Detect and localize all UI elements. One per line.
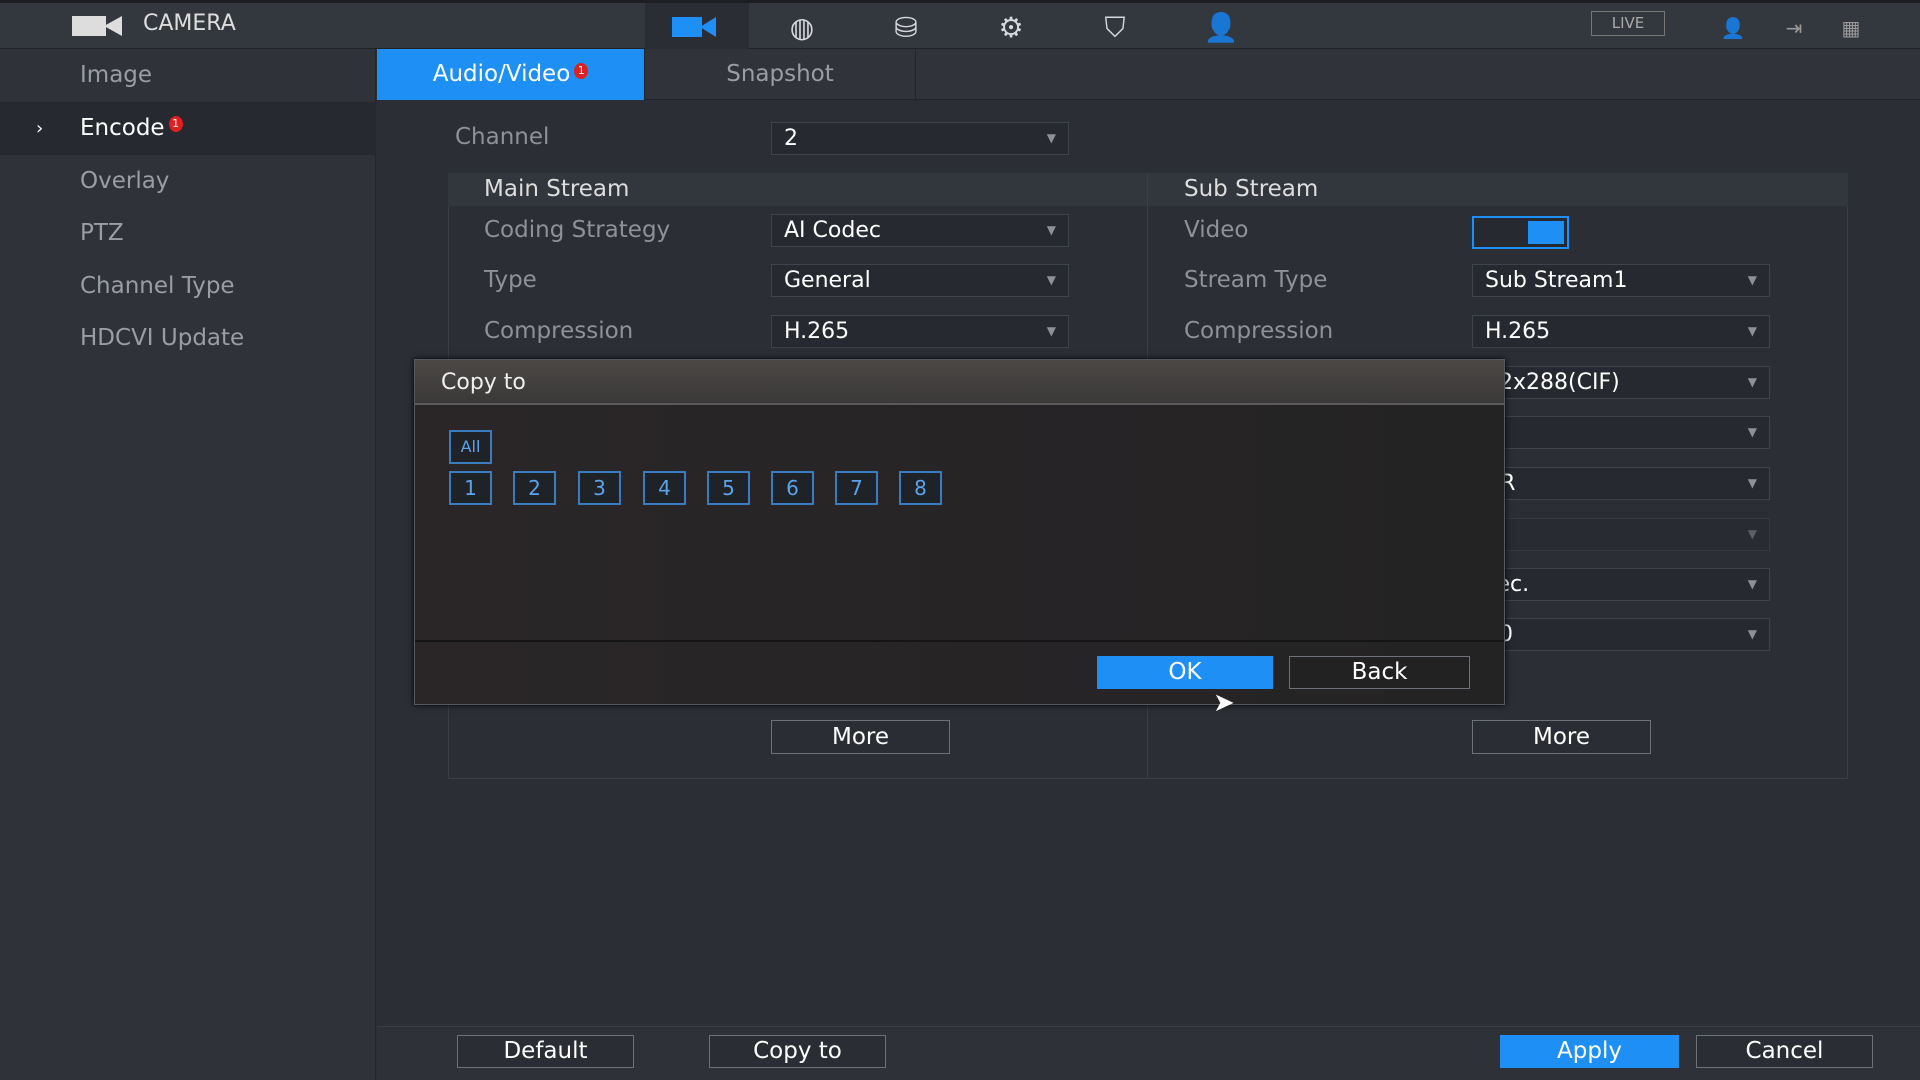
sidebar-item-overlay[interactable]: Overlay	[0, 155, 376, 208]
i-frame-interval-select[interactable]: sec. ▼	[1472, 568, 1770, 601]
sub-compression-label: Compression	[1184, 318, 1334, 344]
chevron-down-icon: ▼	[1046, 223, 1056, 237]
sub-stream-title: Sub Stream	[1184, 176, 1319, 202]
compression-select[interactable]: H.265 ▼	[771, 315, 1069, 348]
sidebar-item-label: Channel Type	[80, 273, 235, 299]
camera-icon	[672, 17, 702, 37]
chevron-right-icon: ›	[36, 118, 44, 139]
video-toggle[interactable]	[1472, 216, 1569, 249]
logout-icon[interactable]: ⇥	[1769, 11, 1819, 45]
sidebar-item-ptz[interactable]: PTZ	[0, 207, 376, 260]
sub-compression-select[interactable]: H.265 ▼	[1472, 315, 1770, 348]
storage-icon[interactable]: ⛁	[881, 11, 931, 45]
sub-more-button[interactable]: More	[1472, 720, 1651, 754]
security-icon[interactable]: ⛉	[1090, 11, 1140, 45]
ok-button[interactable]: OK	[1097, 656, 1273, 689]
chevron-down-icon: ▼	[1046, 273, 1056, 287]
compression-label: Compression	[484, 318, 634, 344]
select-all-checkbox[interactable]: All	[449, 430, 492, 464]
chevron-down-icon: ▼	[1046, 324, 1056, 338]
nav-camera[interactable]	[645, 3, 749, 49]
channel-select[interactable]: 2 ▼	[771, 122, 1069, 155]
channel-checkbox-5[interactable]: 5	[707, 471, 750, 505]
camera-icon	[72, 16, 106, 36]
stream-type-label: Stream Type	[1184, 267, 1328, 293]
tab-audio-video[interactable]: Audio/Video 1	[377, 49, 645, 100]
apply-button[interactable]: Apply	[1500, 1035, 1679, 1068]
type-label: Type	[484, 267, 537, 293]
sidebar-item-label: Encode	[80, 115, 165, 141]
type-select[interactable]: General ▼	[771, 264, 1069, 297]
sidebar-item-label: PTZ	[80, 220, 124, 246]
live-button[interactable]: LIVE	[1591, 11, 1665, 36]
app-title: CAMERA	[143, 11, 236, 36]
bit-rate-select[interactable]: 50▼	[1472, 618, 1770, 651]
main-stream-title: Main Stream	[484, 176, 630, 202]
back-button[interactable]: Back	[1289, 656, 1470, 689]
tab-snapshot[interactable]: Snapshot	[645, 49, 916, 100]
dialog-divider	[415, 640, 1504, 642]
dialog-title: Copy to	[415, 360, 1504, 405]
resolution-select[interactable]: 52x288(CIF) ▼	[1472, 366, 1770, 399]
video-label: Video	[1184, 217, 1249, 243]
notification-badge: 1	[168, 116, 183, 132]
bit-rate-type-select[interactable]: BR▼	[1472, 467, 1770, 500]
channel-checkbox-1[interactable]: 1	[449, 471, 492, 505]
sidebar: Image › Encode 1 Overlay PTZ Channel Type …	[0, 49, 376, 1080]
stream-type-select[interactable]: Sub Stream1 ▼	[1472, 264, 1770, 297]
account-icon[interactable]: 👤	[1196, 11, 1246, 45]
coding-strategy-select[interactable]: AI Codec ▼	[771, 214, 1069, 247]
stream-header	[448, 173, 1848, 206]
notification-badge: 1	[574, 63, 589, 79]
frame-rate-select[interactable]: 5▼	[1472, 416, 1770, 449]
channel-checkbox-3[interactable]: 3	[578, 471, 621, 505]
sidebar-item-label: HDCVI Update	[80, 325, 245, 351]
sidebar-item-image[interactable]: Image	[0, 49, 376, 102]
user-icon[interactable]: 👤	[1708, 11, 1758, 45]
grid-icon[interactable]: ▦	[1826, 11, 1876, 45]
copy-to-dialog: Copy to All 1 2 3 4 5 6 7 8 OK Back	[414, 359, 1505, 705]
default-button[interactable]: Default	[457, 1035, 634, 1068]
chevron-down-icon: ▼	[1747, 324, 1757, 338]
quality-select: ▼	[1472, 518, 1770, 551]
channel-checkbox-2[interactable]: 2	[513, 471, 556, 505]
camera-lens-icon	[104, 16, 122, 36]
copy-to-button[interactable]: Copy to	[709, 1035, 886, 1068]
chevron-down-icon: ▼	[1747, 273, 1757, 287]
main-more-button[interactable]: More	[771, 720, 950, 754]
channel-checkbox-6[interactable]: 6	[771, 471, 814, 505]
sidebar-item-label: Image	[80, 62, 153, 88]
sidebar-item-label: Overlay	[80, 168, 170, 194]
sidebar-item-channel-type[interactable]: Channel Type	[0, 260, 376, 313]
network-icon[interactable]: ◍	[777, 11, 827, 45]
sidebar-item-hdcvi-update[interactable]: HDCVI Update	[0, 312, 376, 365]
channel-checkbox-8[interactable]: 8	[899, 471, 942, 505]
coding-strategy-label: Coding Strategy	[484, 217, 671, 243]
channel-label: Channel	[455, 124, 550, 150]
cancel-button[interactable]: Cancel	[1696, 1035, 1873, 1068]
sidebar-item-encode[interactable]: › Encode 1	[0, 102, 376, 155]
channel-checkbox-7[interactable]: 7	[835, 471, 878, 505]
top-bar: CAMERA ◍ ⛁ ⚙ ⛉ 👤 LIVE 👤 ⇥ ▦	[0, 0, 1920, 49]
chevron-down-icon: ▼	[1046, 131, 1056, 145]
system-settings-icon[interactable]: ⚙	[986, 11, 1036, 45]
mouse-cursor-icon: ➤	[1213, 688, 1235, 718]
channel-checkbox-4[interactable]: 4	[643, 471, 686, 505]
